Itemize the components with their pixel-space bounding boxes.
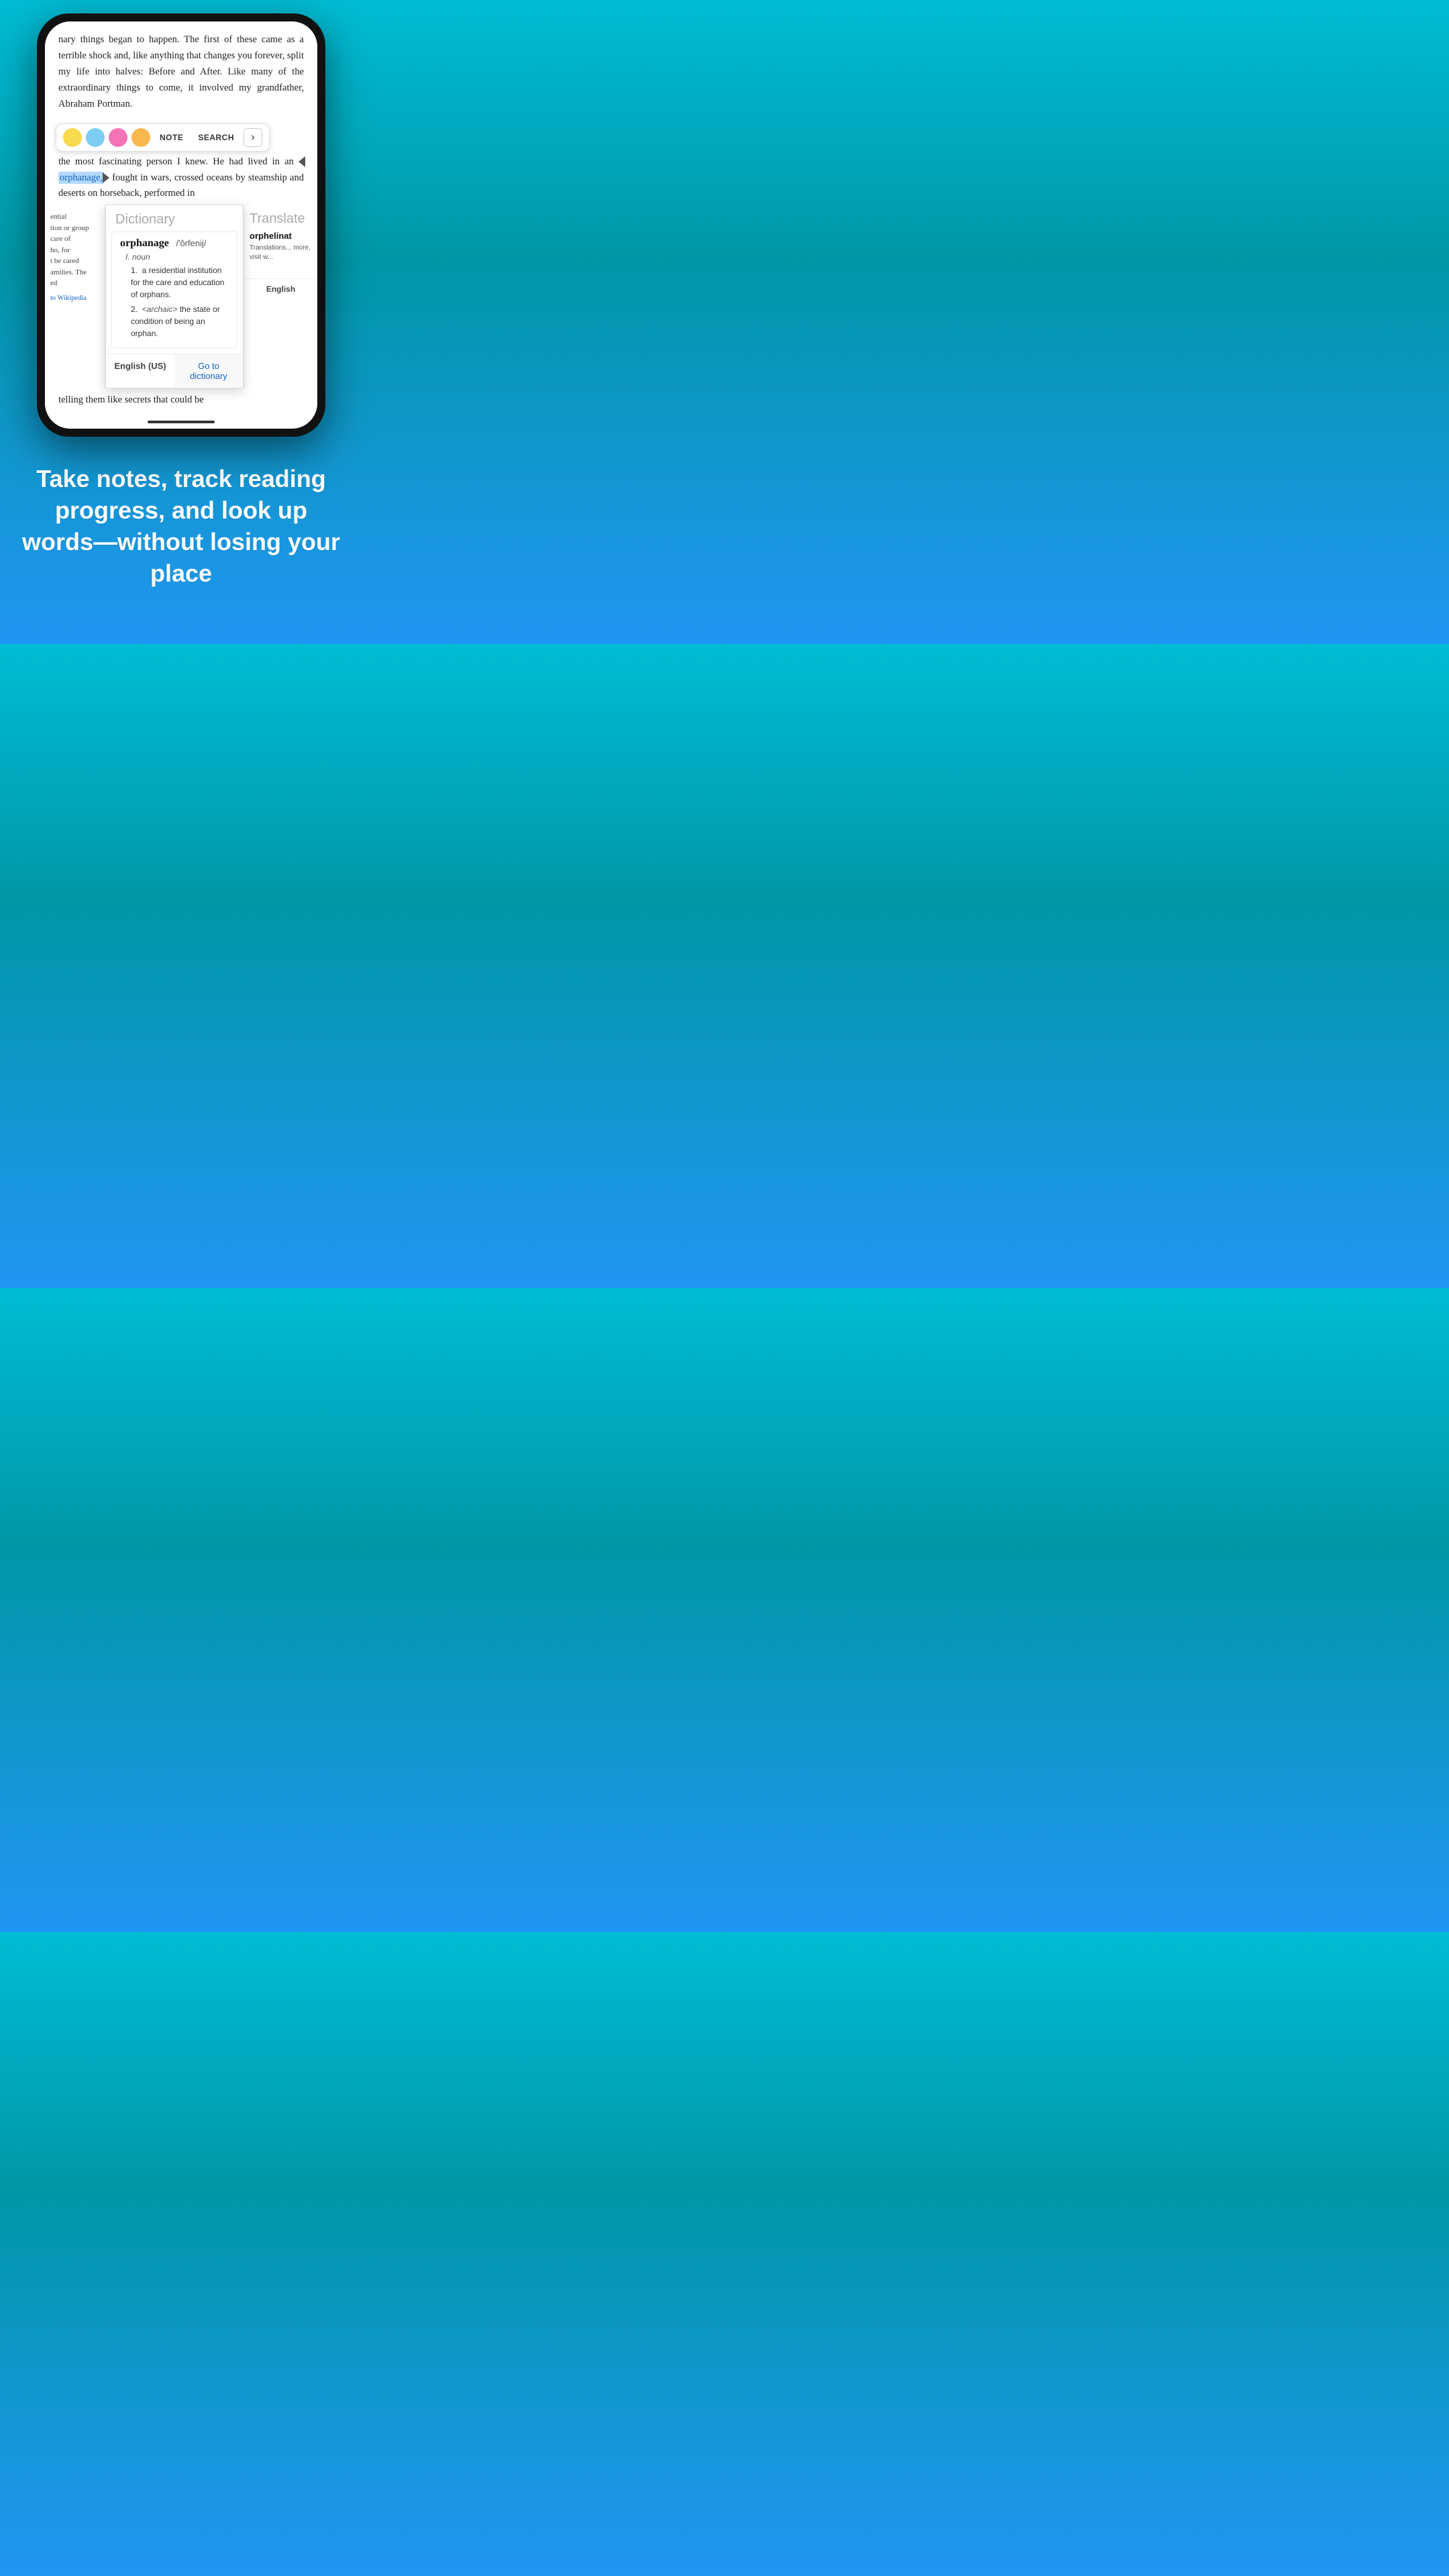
phone-frame: nary things began to happen. The first o… [37,0,325,437]
color-yellow[interactable] [63,128,82,147]
dict-word: orphanage [120,237,169,249]
dictionary-footer: English (US) Go to dictionary [106,354,243,388]
left-panel-text: entialtion or groupcare ofho, fort be ca… [50,211,99,289]
translate-word: orphelinat [244,231,317,241]
dictionary-header: Dictionary [106,205,243,231]
book-text-top: nary things began to happen. The first o… [45,21,317,118]
chevron-icon: › [251,131,254,144]
color-pink[interactable] [109,128,127,147]
translate-header: Translate [244,205,317,231]
phone-screen: nary things began to happen. The first o… [45,21,317,429]
color-orange[interactable] [131,128,150,147]
tagline-section: Take notes, track reading progress, and … [0,437,362,623]
right-panel: Translate orphelinat Translations... mor… [244,205,317,388]
dictionary-panel: Dictionary orphanage /'ôrfenij/ I. noun … [105,205,244,388]
translate-text: Translations... more, visit w... [244,241,317,265]
book-text-mid: the most fascinating person I knew. He h… [45,154,317,205]
color-blue[interactable] [86,128,105,147]
dict-def-2: 2. <archaic> the state or condition of b… [131,303,229,339]
cursor-left-icon [299,156,305,167]
tagline-text: Take notes, track reading progress, and … [21,464,341,589]
highlight-toolbar: NOTE SEARCH › [56,123,270,152]
home-indicator [148,421,215,423]
dict-def-1: 1. a residential institution for the car… [131,264,229,301]
dictionary-body: orphanage /'ôrfenij/ I. noun 1. a reside… [111,231,237,348]
panels-row: entialtion or groupcare ofho, fort be ca… [45,205,317,388]
go-to-dictionary-button[interactable]: Go to dictionary [174,354,243,388]
left-panel: entialtion or groupcare ofho, fort be ca… [45,205,105,388]
highlighted-word: orphanage, [58,172,104,184]
phone-outer: nary things began to happen. The first o… [37,13,325,437]
text-before-highlight: the most fascinating person I knew. He h… [58,156,299,167]
wikipedia-link[interactable]: to Wikipedia [50,294,99,302]
dict-pos: I. noun [125,252,229,262]
note-button[interactable]: NOTE [154,130,189,145]
cursor-right-icon [103,172,109,183]
english-us-button[interactable]: English (US) [106,354,174,388]
dict-phonetic: /'ôrfenij/ [176,238,206,248]
translate-footer-button[interactable]: English [244,278,317,299]
book-text-bottom: telling them like secrets that could be [45,388,317,415]
more-options-button[interactable]: › [244,128,262,147]
nav-indicator [45,415,317,429]
search-button[interactable]: SEARCH [193,130,239,145]
